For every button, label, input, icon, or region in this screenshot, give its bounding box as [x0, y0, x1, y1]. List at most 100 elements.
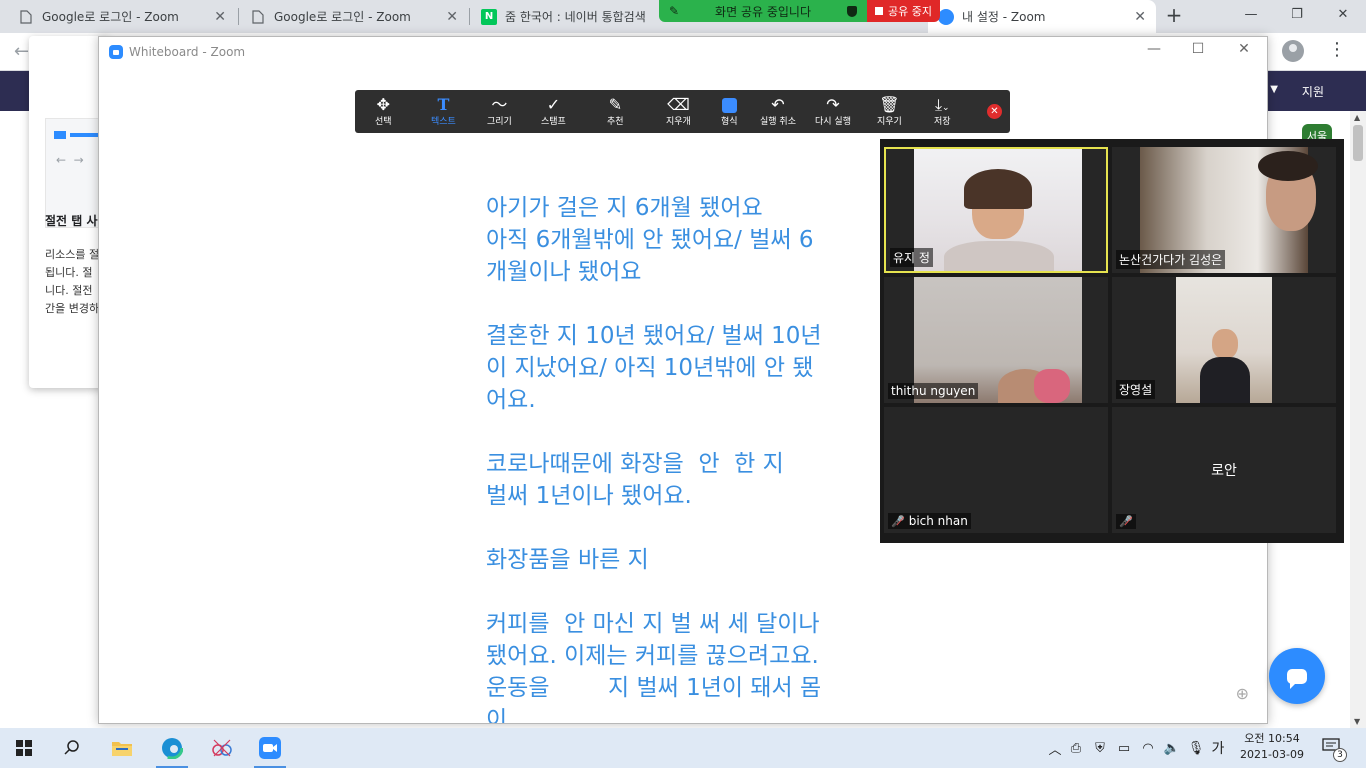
tab-divider [238, 8, 239, 25]
tool-label: 다시 실행 [815, 117, 851, 127]
tool-text[interactable]: T 텍스트 [431, 90, 456, 133]
participant-video [914, 149, 1082, 271]
scroll-down-icon[interactable]: ▼ [1354, 717, 1360, 726]
participant-name: 논산건가다가 김성은 [1116, 250, 1226, 269]
file-explorer-button[interactable] [98, 728, 146, 768]
minimize-button[interactable]: — [1139, 41, 1169, 57]
browser-tab-4[interactable]: 내 설정 - Zoom ✕ [928, 0, 1156, 33]
tool-stamp[interactable]: ✓ 스탬프 [541, 90, 566, 133]
minimize-button[interactable]: — [1228, 0, 1274, 33]
drag-handle-icon[interactable]: ✎ [669, 4, 679, 18]
notification-count: 3 [1333, 748, 1347, 762]
text-line: 커피를 안 마신 지 벌 써 세 달이나 [486, 611, 820, 637]
tool-undo[interactable]: ↶ 실행 취소 [760, 90, 796, 133]
popup-text: 리소스를 절 됩니다. 절 니다. 절전 간을 변경하 [45, 248, 100, 315]
battery-icon[interactable]: ▭ [1112, 741, 1136, 756]
scrollbar-thumb[interactable] [1353, 125, 1363, 161]
snip-sketch-button[interactable] [198, 728, 246, 768]
participant-video [1176, 277, 1272, 403]
browser-tab-3[interactable]: N 줌 한국어 : 네이버 통합검색 [471, 0, 661, 33]
restore-button[interactable]: ❐ [1274, 0, 1320, 33]
browser-tab-1[interactable]: Google로 로그인 - Zoom ✕ [8, 0, 236, 33]
tool-draw[interactable]: 〜 그리기 [487, 90, 512, 133]
participant-tile[interactable]: 유지 정 [884, 147, 1108, 273]
tool-redo[interactable]: ↷ 다시 실행 [815, 90, 851, 133]
tool-clear[interactable]: 🗑 지우기 [877, 90, 902, 133]
close-icon[interactable]: ✕ [1134, 9, 1146, 25]
shield-icon [847, 5, 857, 17]
participant-tile[interactable]: 로안 🎤̸ [1112, 407, 1336, 533]
taskbar-clock[interactable]: 오전 10:54 2021-03-09 [1236, 731, 1308, 763]
participant-tile[interactable]: thithu nguyen [884, 277, 1108, 403]
participant-name: bich nhan [908, 514, 968, 528]
chevron-up-icon[interactable]: ︿ [1046, 739, 1064, 758]
add-page-icon[interactable]: ⊕ [1236, 684, 1249, 703]
windows-logo-icon [16, 740, 32, 756]
page-scrollbar[interactable]: ▲ ▼ [1350, 111, 1366, 728]
tool-eraser[interactable]: ⌫ 지우개 [666, 90, 691, 133]
zoom-taskbar-button[interactable] [246, 728, 294, 768]
close-button[interactable]: ✕ [1229, 41, 1259, 57]
browser-tab-2[interactable]: Google로 로그인 - Zoom ✕ [240, 0, 468, 33]
muted-mic-icon: 🎤̸ [1119, 515, 1133, 528]
tool-spotlight[interactable]: ✎ 추천 [607, 90, 624, 133]
maximize-button[interactable]: ☐ [1183, 41, 1213, 57]
ime-indicator[interactable]: 가 [1208, 738, 1228, 758]
whiteboard-titlebar: Whiteboard - Zoom [99, 37, 1267, 67]
participant-name: 장영설 [1116, 380, 1156, 399]
tool-format[interactable]: 형식 [721, 90, 738, 133]
close-icon[interactable]: ✕ [446, 9, 458, 25]
support-link[interactable]: 지원 [1302, 83, 1324, 100]
share-status[interactable]: ✎ 화면 공유 중입니다 [659, 0, 867, 22]
text-line: 이 [486, 707, 508, 724]
share-message: 화면 공유 중입니다 [715, 4, 811, 19]
text-line: 운동을 지 벌써 1년이 돼서 몸 [486, 675, 822, 701]
whiteboard-text[interactable]: 아기가 걸은 지 6개월 됐어요 아직 6개월밖에 안 됐어요/ 벌써 6 개월… [486, 192, 876, 724]
close-toolbar-button[interactable]: ✕ [987, 104, 1002, 119]
tool-label: 지우기 [877, 117, 902, 127]
security-icon[interactable]: ⛨ [1088, 741, 1112, 756]
profile-avatar[interactable] [1282, 40, 1304, 62]
search-icon [64, 740, 79, 755]
volume-icon[interactable]: 🔈 [1160, 741, 1184, 756]
tool-label: 스탬프 [541, 117, 566, 127]
chat-bubble-icon [1287, 668, 1307, 689]
new-tab-button[interactable]: + [1162, 4, 1186, 28]
start-button[interactable] [0, 728, 48, 768]
more-menu-icon[interactable]: ⋮ [1328, 39, 1346, 60]
text-line: 어요. [486, 387, 536, 413]
browser-tab-title: Google로 로그인 - Zoom [42, 10, 179, 24]
stop-icon [875, 7, 883, 15]
wifi-icon[interactable]: ◠ [1136, 741, 1160, 756]
undo-icon: ↶ [771, 95, 785, 114]
tool-select[interactable]: ✥ 선택 [375, 90, 392, 133]
back-arrow-icon[interactable]: ← [14, 41, 29, 62]
text-line: 벌써 1년이나 됐어요. [486, 483, 692, 509]
chevron-down-icon[interactable]: ▼ [1270, 84, 1278, 95]
microphone-icon[interactable]: 🎙 [1184, 741, 1208, 756]
eraser-icon: ⌫ [667, 95, 690, 114]
close-window-button[interactable]: ✕ [1320, 0, 1366, 33]
meet-now-icon[interactable]: ⎙ [1064, 741, 1088, 756]
close-icon[interactable]: ✕ [214, 9, 226, 25]
participant-tile[interactable]: 장영설 [1112, 277, 1336, 403]
edge-button[interactable] [148, 728, 196, 768]
illustration-block [54, 131, 66, 139]
participant-tile[interactable]: 🎤̸ bich nhan [884, 407, 1108, 533]
chat-button[interactable] [1269, 648, 1325, 704]
stop-share-button[interactable]: 공유 중지 [867, 0, 940, 22]
search-button[interactable] [48, 728, 96, 768]
zoom-icon [259, 737, 281, 759]
folder-icon [112, 742, 132, 756]
tool-label: 저장 [934, 117, 951, 127]
tool-save[interactable]: ⤓⌄ 저장 [934, 90, 951, 133]
clock-date: 2021-03-09 [1240, 748, 1304, 761]
trash-icon: 🗑 [879, 95, 900, 114]
participant-tile[interactable]: 논산건가다가 김성은 [1112, 147, 1336, 273]
text-line: 됐어요. 이제는 커피를 끊으려고요. [486, 643, 819, 669]
action-center-button[interactable]: 3 [1322, 738, 1347, 762]
windows-taskbar: ︿ ⎙ ⛨ ▭ ◠ 🔈 🎙 가 오전 10:54 2021-03-09 3 [0, 728, 1366, 768]
scroll-up-icon[interactable]: ▲ [1354, 113, 1360, 122]
